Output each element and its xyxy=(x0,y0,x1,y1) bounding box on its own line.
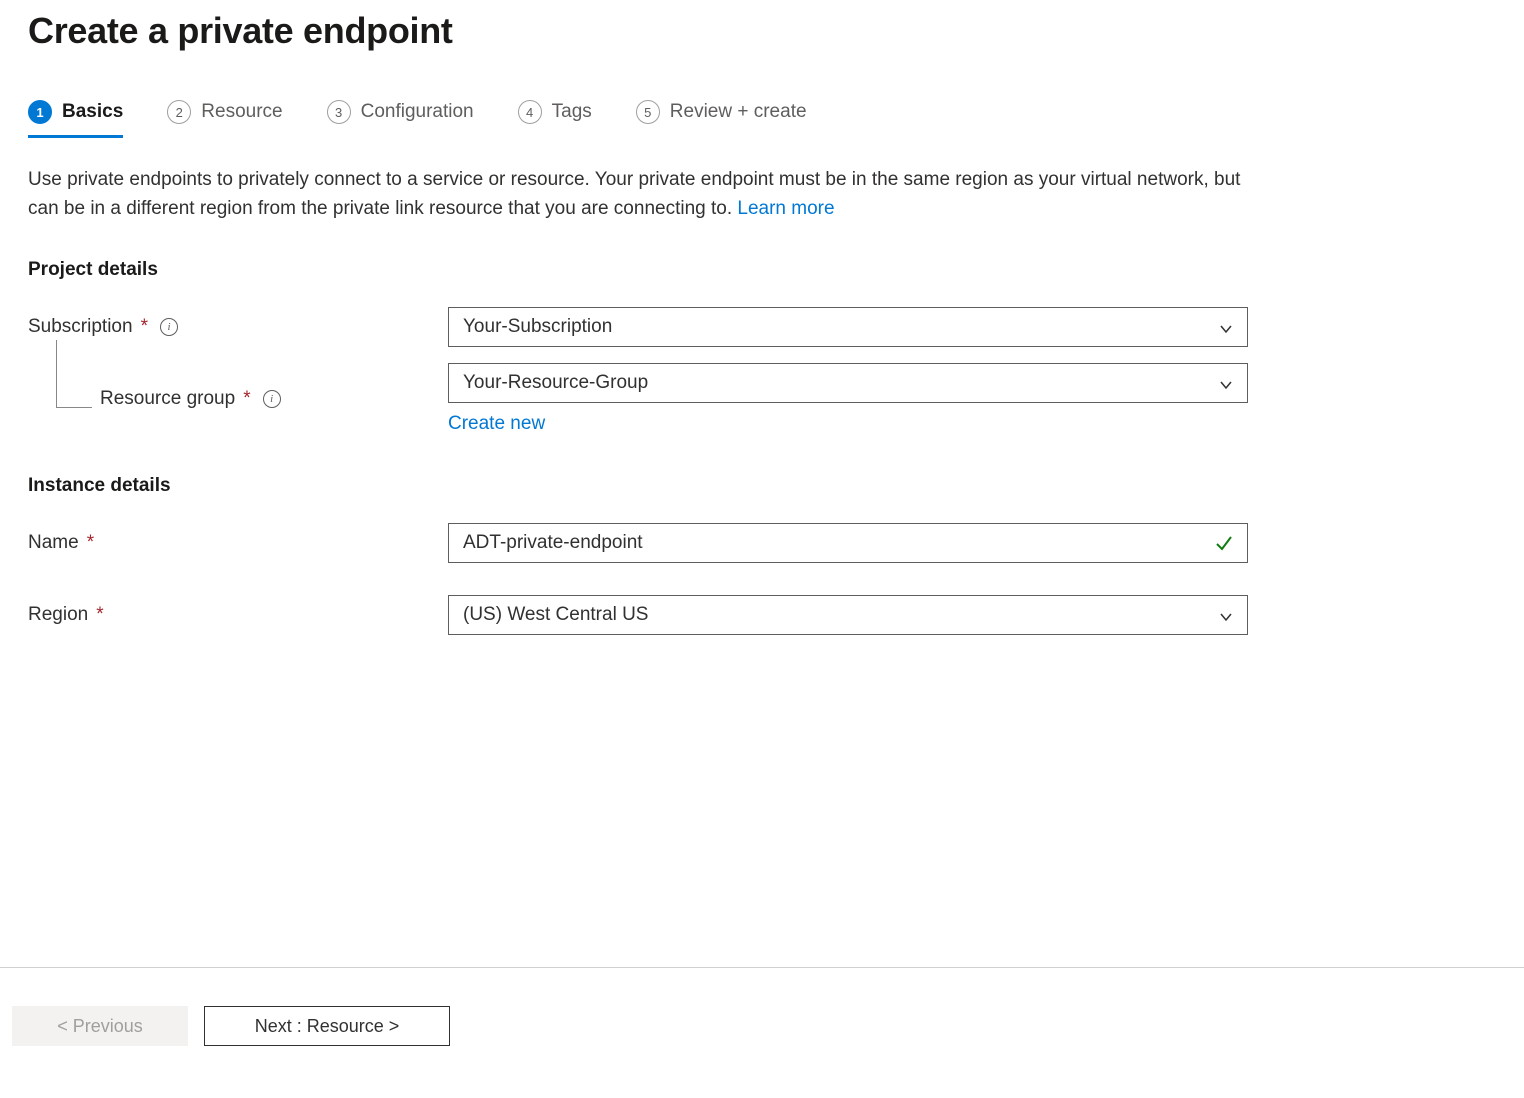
chevron-down-icon xyxy=(1219,608,1233,622)
required-star-icon: * xyxy=(87,532,94,554)
tree-connector-icon xyxy=(56,340,92,408)
tab-review-create[interactable]: 5 Review + create xyxy=(636,100,807,138)
tab-number-icon: 3 xyxy=(327,100,351,124)
name-input[interactable] xyxy=(463,532,1215,554)
tab-label: Configuration xyxy=(361,101,474,123)
name-label: Name * xyxy=(28,532,448,554)
required-star-icon: * xyxy=(96,604,103,626)
wizard-tabs: 1 Basics 2 Resource 3 Configuration 4 Ta… xyxy=(28,100,1496,138)
info-icon[interactable]: i xyxy=(160,318,178,336)
info-icon[interactable]: i xyxy=(263,390,281,408)
dropdown-value: (US) West Central US xyxy=(463,604,648,626)
chevron-down-icon xyxy=(1219,376,1233,390)
tab-resource[interactable]: 2 Resource xyxy=(167,100,282,138)
description-text: Use private endpoints to privately conne… xyxy=(28,166,1258,223)
tab-number-icon: 2 xyxy=(167,100,191,124)
dropdown-value: Your-Resource-Group xyxy=(463,372,648,394)
tab-label: Review + create xyxy=(670,101,807,123)
tab-tags[interactable]: 4 Tags xyxy=(518,100,592,138)
tab-configuration[interactable]: 3 Configuration xyxy=(327,100,474,138)
region-label: Region * xyxy=(28,604,448,626)
section-project-details: Project details xyxy=(28,259,1496,281)
page-title: Create a private endpoint xyxy=(28,10,1496,52)
subscription-dropdown[interactable]: Your-Subscription xyxy=(448,307,1248,347)
create-new-link[interactable]: Create new xyxy=(448,413,545,435)
tab-number-icon: 1 xyxy=(28,100,52,124)
tab-basics[interactable]: 1 Basics xyxy=(28,100,123,138)
dropdown-value: Your-Subscription xyxy=(463,316,612,338)
tab-label: Basics xyxy=(62,101,123,123)
tab-number-icon: 4 xyxy=(518,100,542,124)
tab-number-icon: 5 xyxy=(636,100,660,124)
wizard-footer: < Previous Next : Resource > xyxy=(0,967,1524,1098)
next-button[interactable]: Next : Resource > xyxy=(204,1006,450,1046)
section-instance-details: Instance details xyxy=(28,475,1496,497)
chevron-down-icon xyxy=(1219,320,1233,334)
learn-more-link[interactable]: Learn more xyxy=(737,198,834,219)
resource-group-label: Resource group * i xyxy=(28,388,448,410)
region-dropdown[interactable]: (US) West Central US xyxy=(448,595,1248,635)
tab-label: Tags xyxy=(552,101,592,123)
tab-label: Resource xyxy=(201,101,282,123)
subscription-label: Subscription * i xyxy=(28,316,448,338)
resource-group-dropdown[interactable]: Your-Resource-Group xyxy=(448,363,1248,403)
required-star-icon: * xyxy=(141,316,148,338)
required-star-icon: * xyxy=(243,388,250,410)
previous-button[interactable]: < Previous xyxy=(12,1006,188,1046)
checkmark-icon xyxy=(1215,534,1233,552)
